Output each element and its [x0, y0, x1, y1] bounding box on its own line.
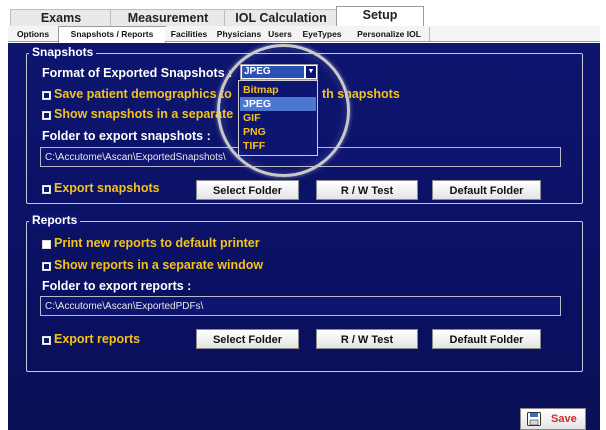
export-snapshots-label: Export snapshots: [54, 181, 160, 195]
reports-legend: Reports: [29, 213, 81, 227]
subtab-personalize-iol[interactable]: Personalize IOL: [349, 27, 430, 41]
format-label: Format of Exported Snapshots :: [42, 66, 233, 80]
subtab-eyetypes[interactable]: EyeTypes: [295, 27, 350, 41]
export-reports-checkbox[interactable]: [42, 336, 51, 345]
reports-rw-test-button[interactable]: R / W Test: [316, 329, 418, 349]
save-icon: [527, 412, 541, 426]
reports-default-folder-button[interactable]: Default Folder: [432, 329, 541, 349]
snapshots-rw-test-button[interactable]: R / W Test: [316, 180, 418, 200]
snapshots-select-folder-button[interactable]: Select Folder: [196, 180, 299, 200]
save-demographics-label: Save patient demographics to: [54, 87, 232, 101]
subtab-users[interactable]: Users: [265, 27, 296, 41]
subtab-facilities[interactable]: Facilities: [165, 27, 214, 41]
show-reports-separate-checkbox[interactable]: [42, 262, 51, 271]
subtab-snapshots-reports[interactable]: Snapshots / Reports: [58, 26, 166, 43]
show-snapshots-separate-checkbox[interactable]: [42, 111, 51, 120]
reports-folder-field[interactable]: C:\Accutome\Ascan\ExportedPDFs\: [40, 296, 561, 316]
snapshot-folder-label: Folder to export snapshots :: [42, 129, 211, 143]
show-reports-separate-label: Show reports in a separate window: [54, 258, 264, 272]
tab-exams[interactable]: Exams: [10, 9, 112, 27]
snapshots-legend: Snapshots: [29, 45, 97, 59]
export-reports-label: Export reports: [54, 332, 141, 346]
snapshots-default-folder-button[interactable]: Default Folder: [432, 180, 541, 200]
magnifier-highlight: [217, 44, 350, 177]
export-snapshots-checkbox[interactable]: [42, 185, 51, 194]
subtab-options[interactable]: Options: [8, 27, 59, 41]
print-default-checkbox[interactable]: [42, 240, 51, 249]
save-button[interactable]: Save: [520, 408, 586, 430]
reports-folder-label: Folder to export reports :: [42, 279, 192, 293]
tab-measurement[interactable]: Measurement: [110, 9, 226, 27]
print-default-label: Print new reports to default printer: [54, 236, 260, 250]
show-snapshots-separate-label: Show snapshots in a separate: [54, 107, 234, 121]
save-label: Save: [551, 413, 577, 425]
tab-setup[interactable]: Setup: [336, 6, 424, 28]
tab-iol-calculation[interactable]: IOL Calculation: [224, 9, 338, 27]
reports-select-folder-button[interactable]: Select Folder: [196, 329, 299, 349]
subtab-physicians[interactable]: Physicians: [213, 27, 266, 41]
save-demographics-checkbox[interactable]: [42, 91, 51, 100]
